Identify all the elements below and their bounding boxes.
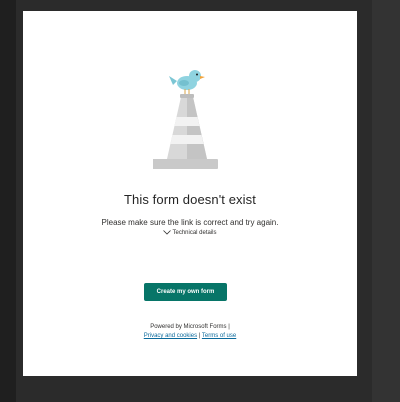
terms-link[interactable]: Terms of use [202,333,236,339]
left-background-strip [0,0,16,402]
footer-links: Privacy and cookies | Terms of use [23,333,357,339]
technical-details-toggle[interactable]: Technical details [23,230,357,236]
privacy-link[interactable]: Privacy and cookies [144,333,197,339]
traffic-cone-with-bird-icon [153,70,218,169]
technical-details-label: Technical details [172,230,217,237]
right-background-strip [372,0,400,402]
error-message: Please make sure the link is correct and… [101,218,279,227]
footer-separator: | [198,333,201,339]
powered-by-text: Powered by Microsoft Forms | [150,324,230,330]
page-title: This form doesn't exist [124,192,256,207]
chevron-down-icon [163,230,172,235]
error-card: This form doesn't exist Please make sure… [23,11,357,376]
create-form-button[interactable]: Create my own form [144,283,227,301]
